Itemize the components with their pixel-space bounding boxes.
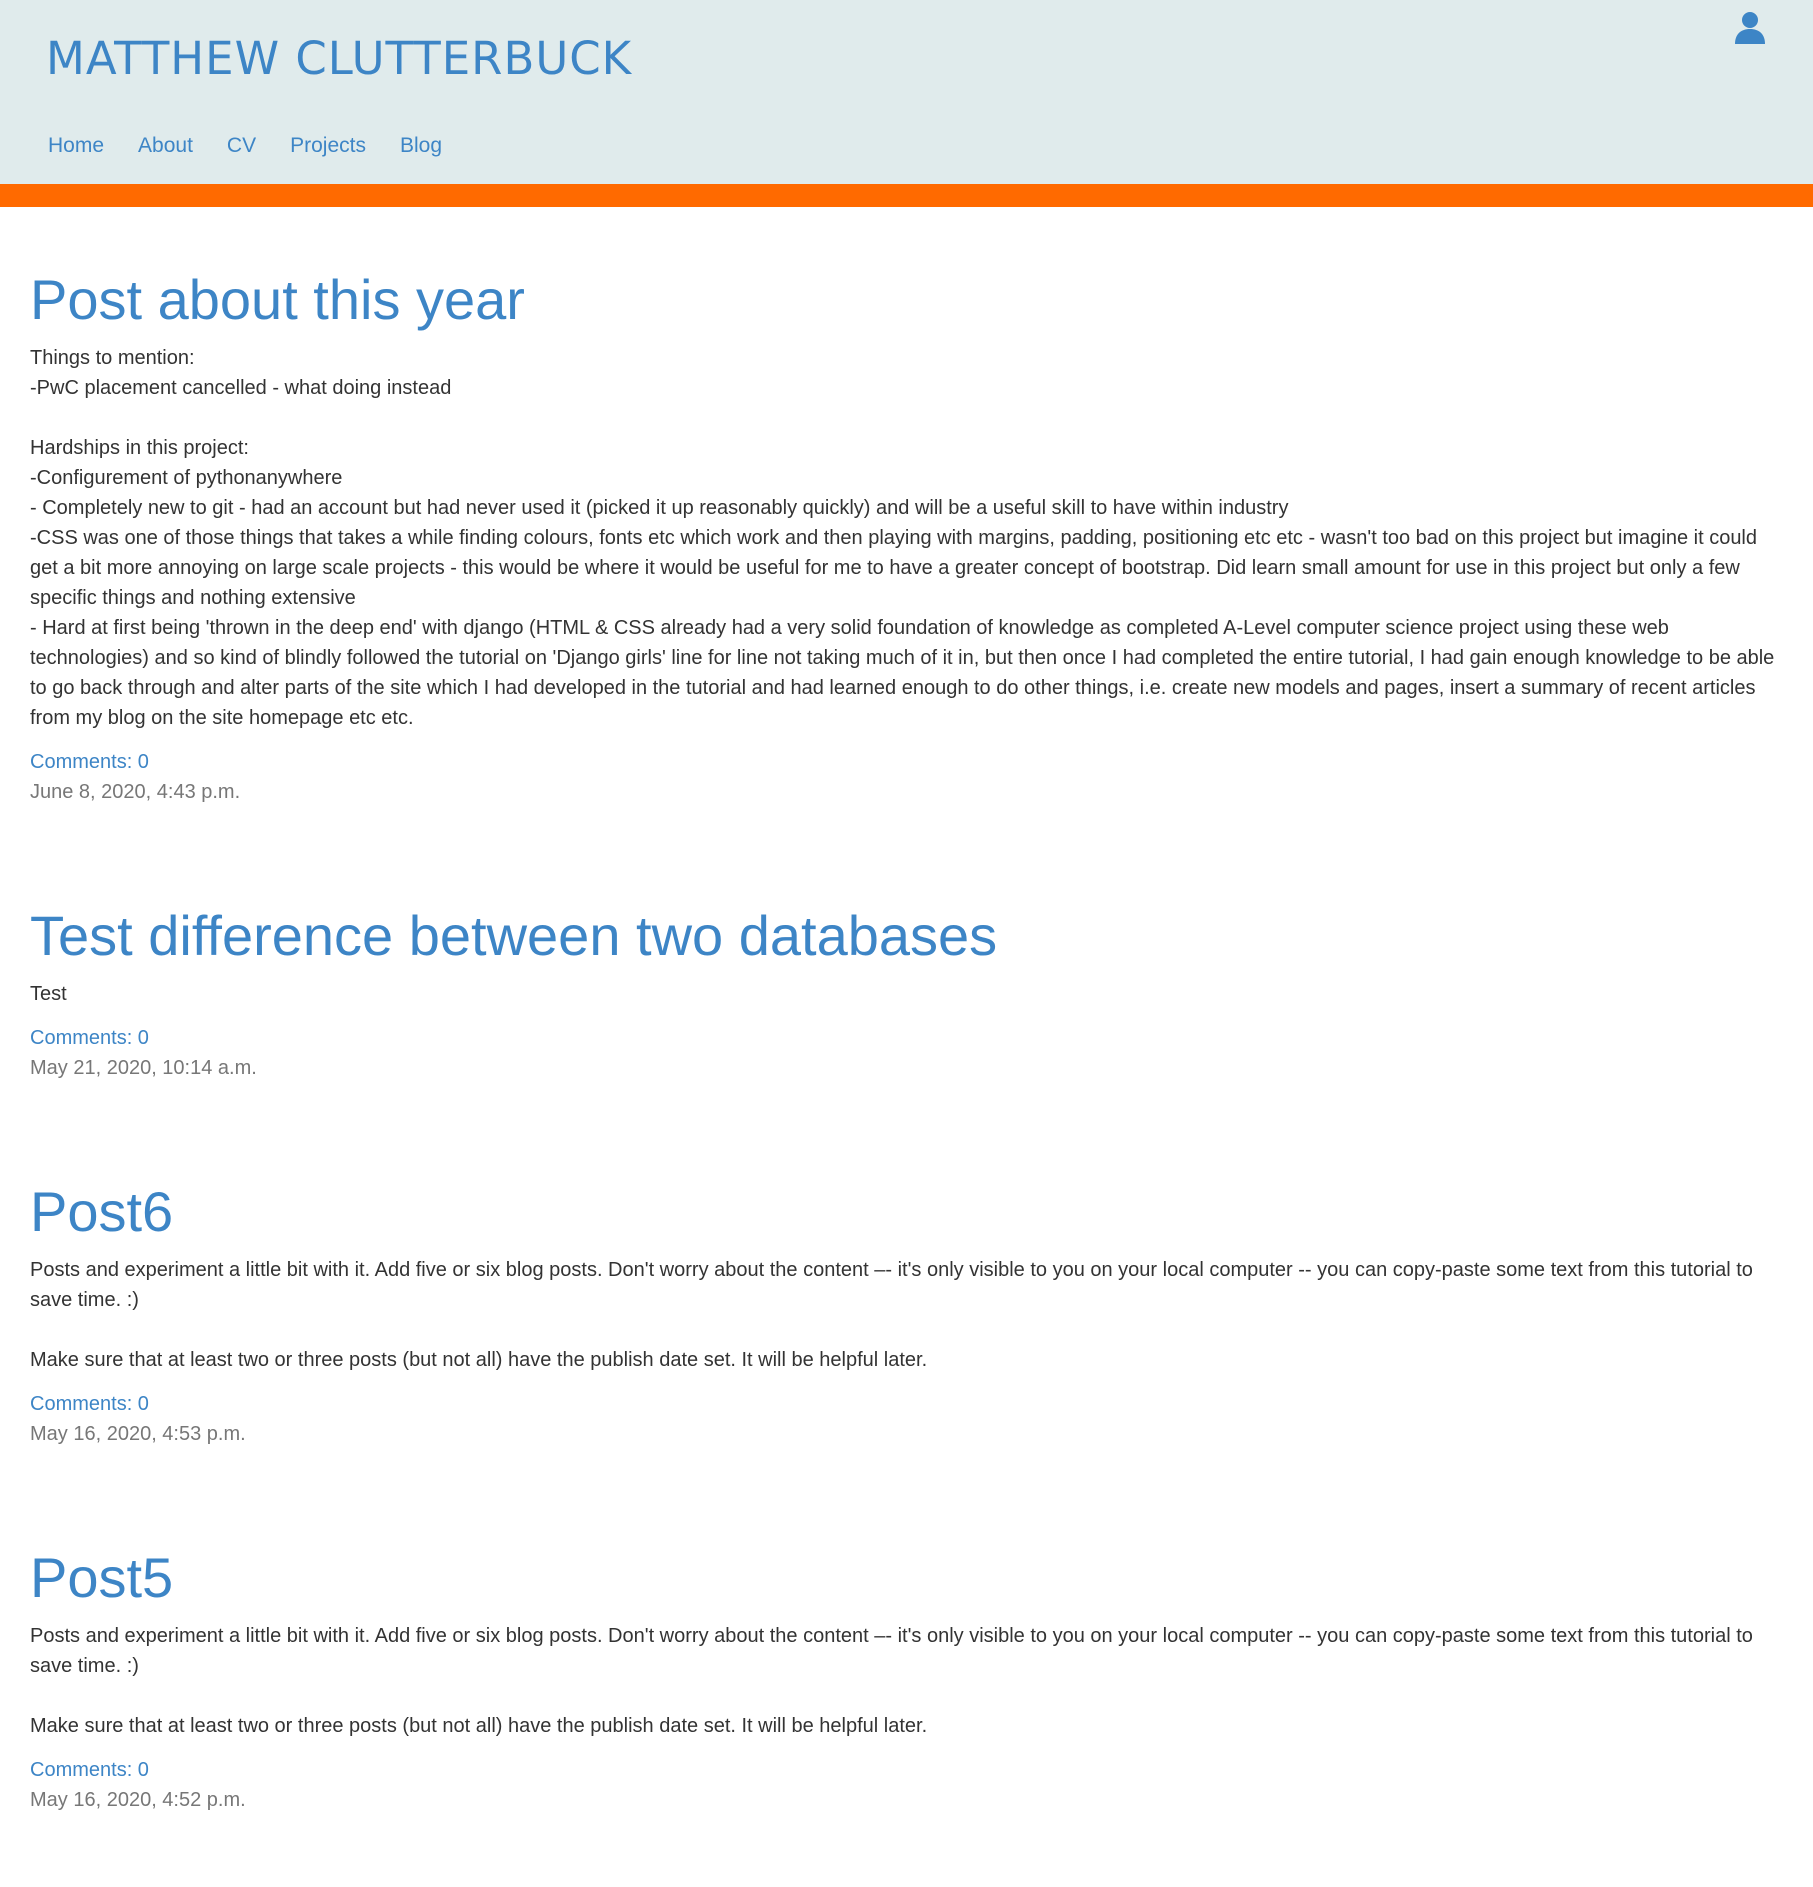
post: Test difference between two databases Te… — [30, 903, 1783, 1083]
nav-cv[interactable]: CV — [227, 134, 256, 158]
post-list: Post about this year Things to mention: … — [0, 267, 1813, 1815]
post-text: Posts and experiment a little bit with i… — [30, 1259, 1753, 1371]
user-icon[interactable] — [1733, 10, 1767, 44]
nav-about[interactable]: About — [138, 134, 193, 158]
post-text: Posts and experiment a little bit with i… — [30, 1625, 1753, 1737]
post: Post5 Posts and experiment a little bit … — [30, 1545, 1783, 1815]
post-comments-link[interactable]: Comments: 0 — [30, 747, 1783, 777]
post: Post about this year Things to mention: … — [30, 267, 1783, 807]
nav-blog[interactable]: Blog — [400, 134, 442, 158]
post-title[interactable]: Post6 — [30, 1179, 1783, 1245]
post-comments-link[interactable]: Comments: 0 — [30, 1755, 1783, 1785]
nav-home[interactable]: Home — [48, 134, 104, 158]
post-text: Things to mention: -PwC placement cancel… — [30, 347, 1775, 729]
nav-projects[interactable]: Projects — [290, 134, 366, 158]
main-nav: Home About CV Projects Blog — [48, 134, 442, 158]
post-comments-link[interactable]: Comments: 0 — [30, 1023, 1783, 1053]
site-title[interactable]: MATTHEW CLUTTERBUCK — [46, 32, 632, 85]
site-header: MATTHEW CLUTTERBUCK Home About CV Projec… — [0, 0, 1813, 184]
post-title[interactable]: Post5 — [30, 1545, 1783, 1611]
accent-bar — [0, 184, 1813, 207]
post-date: May 21, 2020, 10:14 a.m. — [30, 1057, 257, 1079]
post-date: May 16, 2020, 4:53 p.m. — [30, 1423, 246, 1445]
post: Post6 Posts and experiment a little bit … — [30, 1179, 1783, 1449]
post-date: June 8, 2020, 4:43 p.m. — [30, 781, 241, 803]
post-title[interactable]: Post about this year — [30, 267, 1783, 333]
post-title[interactable]: Test difference between two databases — [30, 903, 1783, 969]
post-comments-link[interactable]: Comments: 0 — [30, 1389, 1783, 1419]
post-text: Test — [30, 983, 67, 1005]
post-date: May 16, 2020, 4:52 p.m. — [30, 1789, 246, 1811]
